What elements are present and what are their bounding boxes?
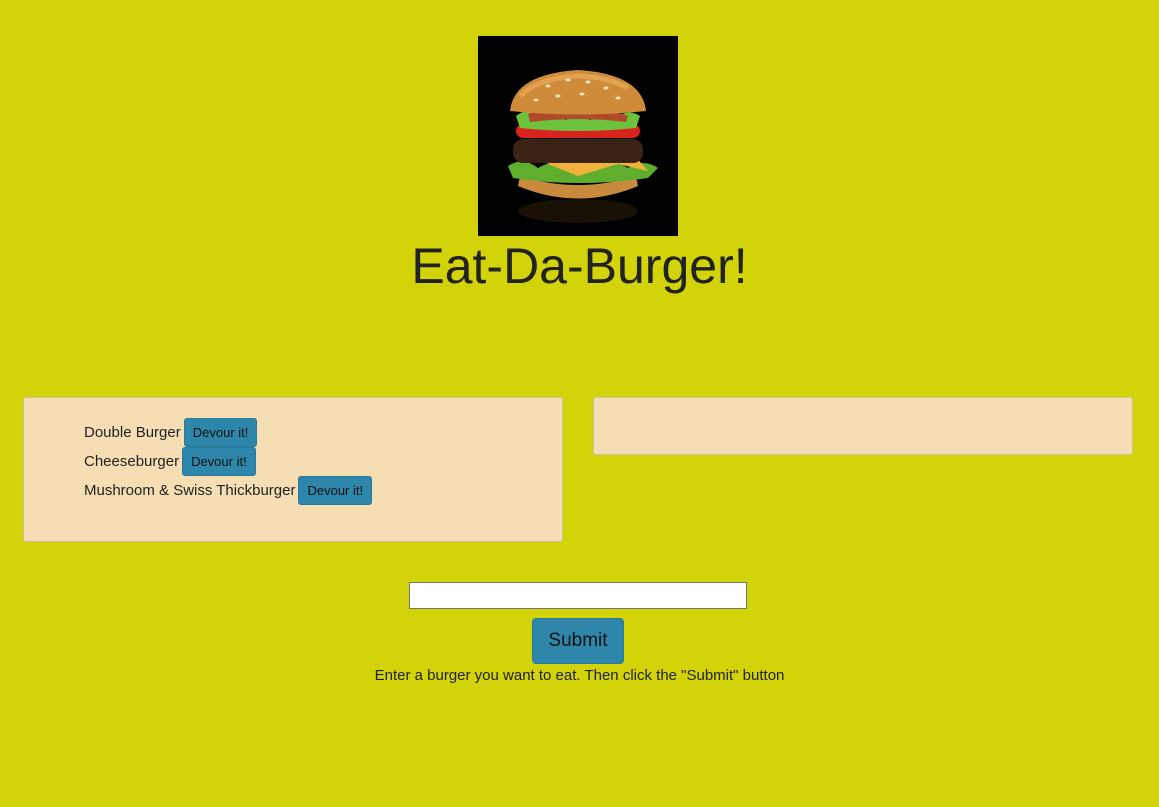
submit-button[interactable]: Submit	[532, 618, 624, 664]
page-title: Eat-Da-Burger!	[411, 238, 748, 294]
burgers-to-eat-list: Double Burger Devour it! Cheeseburger De…	[24, 398, 562, 505]
instruction-text: Enter a burger you want to eat. Then cli…	[374, 667, 785, 684]
burgers-to-eat-panel: Double Burger Devour it! Cheeseburger De…	[23, 397, 563, 542]
devour-button[interactable]: Devour it!	[182, 447, 256, 476]
burger-list-item: Mushroom & Swiss Thickburger Devour it!	[84, 476, 562, 505]
burger-name: Double Burger	[84, 424, 181, 441]
devour-button[interactable]: Devour it!	[298, 476, 373, 505]
burger-list-item: Cheeseburger Devour it!	[84, 447, 562, 476]
burger-list-item: Double Burger Devour it!	[84, 418, 562, 447]
devoured-burgers-panel	[593, 397, 1133, 455]
page: Eat-Da-Burger! Double Burger Devour it! …	[0, 0, 1159, 807]
burger-icon	[478, 36, 678, 236]
devour-button[interactable]: Devour it!	[183, 418, 258, 447]
burger-name: Cheeseburger	[84, 453, 180, 470]
burger-logo-image	[478, 36, 678, 236]
burger-name-input[interactable]	[409, 582, 747, 609]
burger-name: Mushroom & Swiss Thickburger	[84, 482, 296, 499]
